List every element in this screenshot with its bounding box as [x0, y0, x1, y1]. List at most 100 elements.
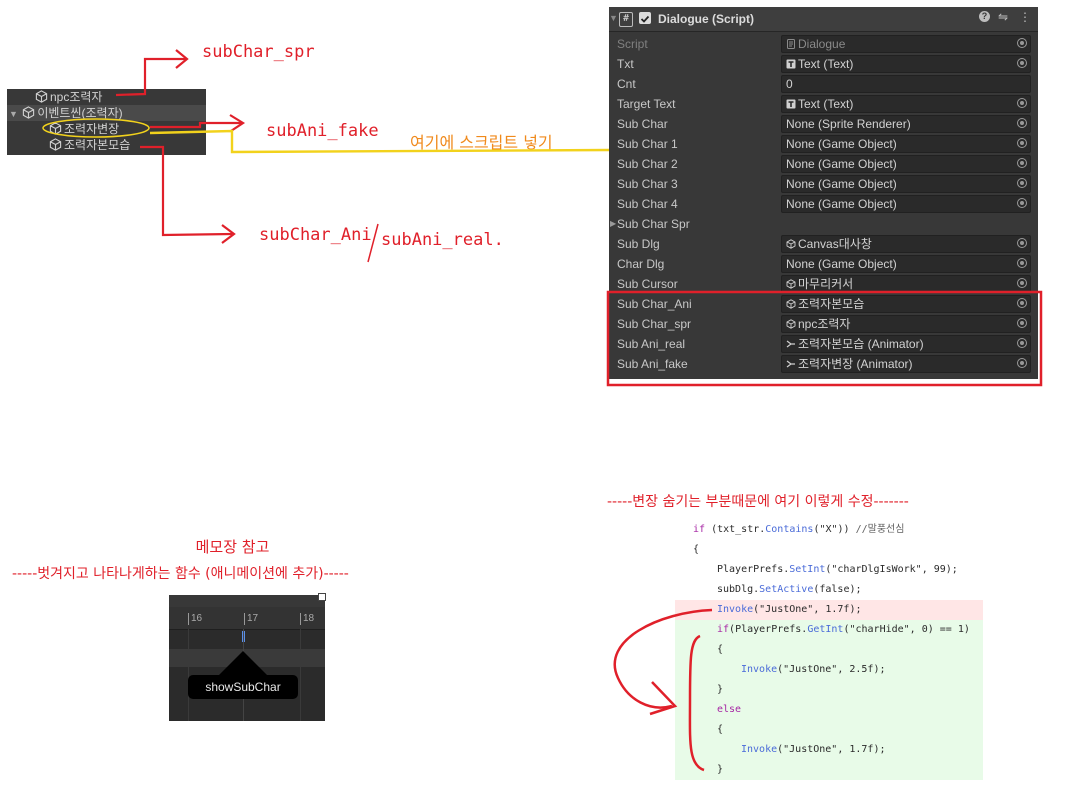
- cube-icon: [23, 106, 35, 119]
- cube-icon: [786, 319, 796, 329]
- object-field[interactable]: 조력자변장 (Animator): [781, 355, 1031, 373]
- code-token: if: [693, 524, 706, 535]
- field-value: 마무리커서: [798, 277, 854, 291]
- object-field[interactable]: Dialogue: [781, 35, 1031, 53]
- inspector-row: Sub Dlg Canvas대사창: [609, 234, 1038, 254]
- inspector-row: Char Dlg None (Game Object): [609, 254, 1038, 274]
- animator-icon: [786, 340, 795, 348]
- field-value: None (Game Object): [786, 157, 897, 171]
- object-field[interactable]: None (Game Object): [781, 135, 1031, 153]
- object-picker-icon[interactable]: [1017, 178, 1027, 188]
- inspector-row: Target Text Text (Text): [609, 94, 1038, 114]
- code-token: GetInt: [807, 624, 844, 635]
- tick-mark: [244, 613, 245, 625]
- field-label: Sub Dlg: [617, 237, 660, 251]
- object-field[interactable]: 마무리커서: [781, 275, 1031, 293]
- hierarchy-item-event-scene[interactable]: ▼ 이벤트씬(조력자): [7, 105, 206, 121]
- code-token: {: [693, 544, 700, 555]
- object-picker-icon[interactable]: [1017, 278, 1027, 288]
- object-field[interactable]: Text (Text): [781, 95, 1031, 113]
- object-field[interactable]: 조력자본모습: [781, 295, 1031, 313]
- field-label: Sub Char 3: [617, 177, 678, 191]
- annotation-subchar-ani: subChar_Ani: [259, 225, 372, 245]
- preset-icon[interactable]: ⇋: [998, 10, 1008, 24]
- hierarchy-item-disguise[interactable]: 조력자변장: [7, 121, 206, 137]
- object-picker-icon[interactable]: [1017, 138, 1027, 148]
- object-picker-icon[interactable]: [1017, 118, 1027, 128]
- code-note-title: -----변장 숨기는 부분때문에 여기 이렇게 수정-------: [607, 494, 909, 510]
- hierarchy-item-true-form[interactable]: 조력자본모습: [7, 137, 206, 153]
- object-field[interactable]: None (Game Object): [781, 255, 1031, 273]
- inspector-panel: ▼ # Dialogue (Script) ? ⇋ ⋮ Script Dialog…: [609, 7, 1038, 379]
- annotation-subani-fake: subAni_fake: [266, 121, 379, 141]
- hierarchy-item-label: 이벤트씬(조력자): [37, 106, 123, 120]
- code-diff-block: if (txt_str.Contains("X")) //말풍선심 {Player…: [675, 520, 985, 782]
- object-field[interactable]: None (Game Object): [781, 195, 1031, 213]
- object-field[interactable]: Canvas대사창: [781, 235, 1031, 253]
- foldout-arrow-icon[interactable]: ▶: [610, 219, 616, 228]
- object-picker-icon[interactable]: [1017, 98, 1027, 108]
- inspector-row: Script Dialogue: [609, 34, 1038, 54]
- field-value: Dialogue: [798, 37, 846, 51]
- inspector-row: Sub Char 3 None (Game Object): [609, 174, 1038, 194]
- more-options-icon[interactable]: ⋮: [1019, 10, 1031, 24]
- code-token: //말풍선심: [855, 524, 905, 535]
- object-field[interactable]: None (Game Object): [781, 155, 1031, 173]
- help-icon[interactable]: ?: [979, 11, 990, 22]
- field-value: Canvas대사창: [798, 237, 872, 251]
- cube-icon: [786, 279, 796, 289]
- field-value: 0: [786, 77, 793, 91]
- object-field[interactable]: None (Game Object): [781, 175, 1031, 193]
- code-token: ("charDlgIsWork", 99);: [825, 564, 958, 575]
- frame-line: [300, 629, 301, 721]
- object-field[interactable]: npc조력자: [781, 315, 1031, 333]
- enabled-checkbox[interactable]: [639, 12, 651, 24]
- script-icon: #: [619, 12, 633, 27]
- component-header: ▼ # Dialogue (Script) ? ⇋ ⋮: [609, 7, 1038, 32]
- field-label: Sub Char 1: [617, 137, 678, 151]
- code-line: {: [675, 540, 983, 560]
- code-line: if(PlayerPrefs.GetInt("charHide", 0) == …: [675, 620, 983, 640]
- code-token: Invoke: [741, 744, 778, 755]
- expand-arrow-icon[interactable]: ▼: [9, 106, 19, 122]
- object-picker-icon[interactable]: [1017, 238, 1027, 248]
- object-field[interactable]: Text (Text): [781, 55, 1031, 73]
- code-token: if: [717, 624, 730, 635]
- animation-timeline[interactable]: 16 17 18 showSubChar: [169, 595, 325, 721]
- field-value: None (Game Object): [786, 137, 897, 151]
- cube-icon: [49, 122, 62, 135]
- field-label: Sub Char Spr: [617, 217, 690, 231]
- memo-title: 메모장 참고: [195, 538, 270, 556]
- object-picker-icon[interactable]: [1017, 358, 1027, 368]
- code-token: ("JustOne", 1.7f);: [777, 744, 886, 755]
- code-line: {: [675, 720, 983, 740]
- object-picker-icon[interactable]: [1017, 258, 1027, 268]
- object-picker-icon[interactable]: [1017, 158, 1027, 168]
- object-field[interactable]: None (Sprite Renderer): [781, 115, 1031, 133]
- field-label: Cnt: [617, 77, 636, 91]
- object-field[interactable]: 0: [781, 75, 1031, 93]
- object-picker-icon[interactable]: [1017, 338, 1027, 348]
- object-picker-icon[interactable]: [1017, 58, 1027, 68]
- tick-mark: [300, 613, 301, 625]
- timeline-ruler[interactable]: 16 17 18: [169, 607, 325, 630]
- code-token: subDlg.: [717, 584, 760, 595]
- object-picker-icon[interactable]: [1017, 318, 1027, 328]
- object-field[interactable]: 조력자본모습 (Animator): [781, 335, 1031, 353]
- hierarchy-item-npc[interactable]: npc조력자: [7, 89, 206, 105]
- field-label: Txt: [617, 57, 634, 71]
- foldout-arrow-icon[interactable]: ▼: [609, 13, 618, 23]
- object-picker-icon[interactable]: [1017, 38, 1027, 48]
- tick-mark: [188, 613, 189, 625]
- object-picker-icon[interactable]: [1017, 298, 1027, 308]
- event-marker-icon[interactable]: [217, 651, 269, 677]
- tick-label: 16: [191, 613, 203, 624]
- object-picker-icon[interactable]: [1017, 198, 1027, 208]
- tick-label: 17: [247, 613, 259, 624]
- code-token: ("JustOne", 2.5f);: [777, 664, 886, 675]
- inspector-row: Sub Char_Ani 조력자본모습: [609, 294, 1038, 314]
- script-icon: [787, 39, 795, 49]
- code-token: ("JustOne", 1.7f);: [753, 604, 862, 615]
- field-label: Sub Ani_fake: [617, 357, 688, 371]
- code-token: (txt_str.: [705, 524, 766, 535]
